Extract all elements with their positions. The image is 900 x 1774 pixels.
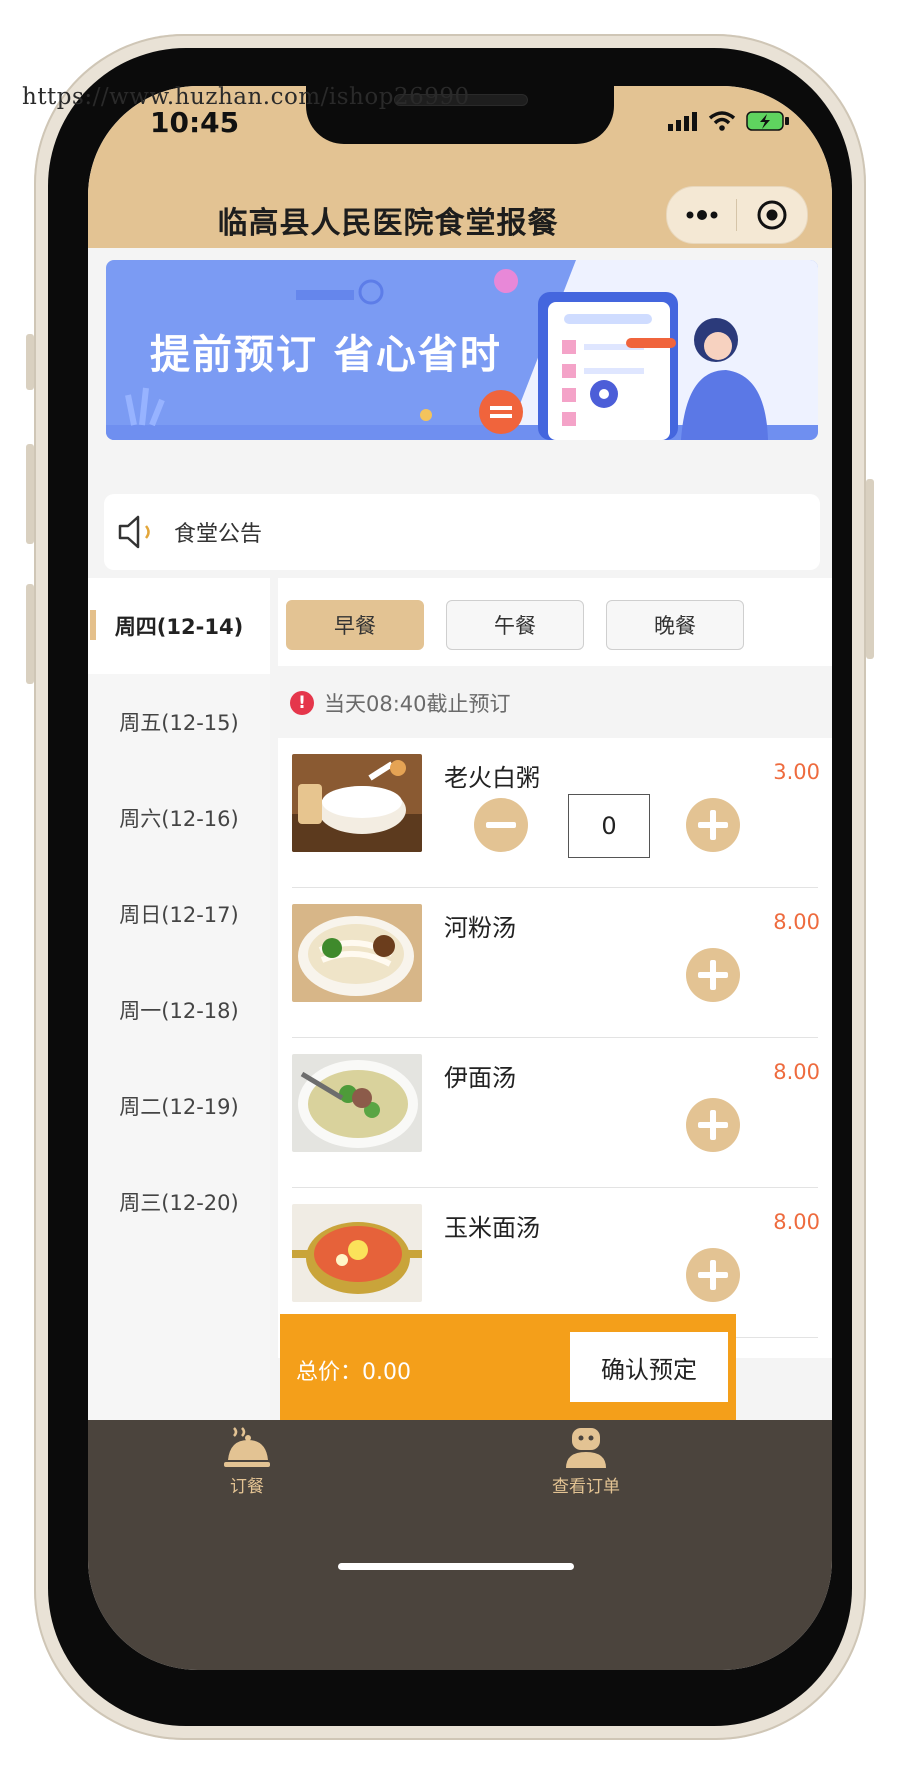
tab-lunch[interactable]: 午餐 — [446, 600, 584, 650]
dish-price: 8.00 — [773, 910, 820, 934]
active-marker — [90, 610, 96, 640]
meal-tabs: 早餐 午餐 晚餐 — [278, 578, 832, 666]
phone-screen: 10:45 临高县人民医院食堂报餐 提前预订 省心省时 食堂公告 周四(12-1… — [88, 86, 832, 1670]
dish-photo-porridge — [292, 754, 422, 852]
dish-price: 3.00 — [773, 760, 820, 784]
date-label: 周四(12-14) — [114, 615, 244, 639]
page-title: 临高县人民医院食堂报餐 — [217, 206, 559, 241]
date-item-thursday[interactable]: 周四(12-14) — [88, 578, 270, 674]
dish-name: 玉米面汤 — [444, 1214, 540, 1242]
tabbar-item-view-orders[interactable]: 查看订单 — [552, 1426, 620, 1497]
date-label: 周六(12-16) — [119, 807, 239, 831]
speaker-icon — [118, 515, 150, 549]
dish-price: 8.00 — [773, 1060, 820, 1084]
date-label: 周一(12-18) — [119, 999, 239, 1023]
phone-bezel: 10:45 临高县人民医院食堂报餐 提前预订 省心省时 食堂公告 周四(12-1… — [48, 48, 852, 1726]
total-price: 总价：0.00 — [296, 1360, 411, 1385]
confirm-order-button[interactable]: 确认预定 — [570, 1332, 728, 1402]
tab-dinner[interactable]: 晚餐 — [606, 600, 744, 650]
increase-button[interactable] — [686, 1098, 740, 1152]
mini-program-capsule[interactable] — [666, 186, 808, 244]
date-item-wednesday[interactable]: 周三(12-20) — [88, 1154, 270, 1250]
home-indicator — [338, 1563, 574, 1570]
notice-bar[interactable]: 食堂公告 — [104, 494, 820, 570]
dish-item: 老火白粥 3.00 0 — [278, 738, 832, 888]
mute-switch — [26, 334, 34, 390]
increase-button[interactable] — [686, 1248, 740, 1302]
volume-down-button — [26, 584, 34, 684]
dish-name: 伊面汤 — [444, 1064, 516, 1092]
dish-photo-corn-noodle-soup — [292, 1204, 422, 1302]
tabbar-label: 订餐 — [230, 1477, 264, 1497]
dish-item: 伊面汤 8.00 — [278, 1038, 832, 1188]
dish-name: 河粉汤 — [444, 914, 516, 942]
tabbar-item-order[interactable]: 订餐 — [222, 1426, 272, 1497]
increase-button[interactable] — [686, 948, 740, 1002]
notice-label: 食堂公告 — [174, 522, 263, 547]
promo-banner[interactable]: 提前预订 省心省时 — [106, 260, 818, 440]
date-item-friday[interactable]: 周五(12-15) — [88, 674, 270, 770]
bottom-tabbar: 订餐 查看订单 — [88, 1420, 832, 1670]
user-icon — [566, 1428, 606, 1468]
date-item-monday[interactable]: 周一(12-18) — [88, 962, 270, 1058]
date-sidebar: 周四(12-14) 周五(12-15) 周六(12-16) 周日(12-17) … — [88, 578, 270, 1548]
date-label: 周五(12-15) — [119, 711, 239, 735]
increase-button[interactable] — [686, 798, 740, 852]
wifi-icon — [708, 111, 736, 131]
status-icons — [668, 110, 790, 132]
date-label: 周二(12-19) — [119, 1095, 239, 1119]
battery-icon — [746, 111, 789, 131]
watermark-url: https://www.huzhan.com/ishop26990 — [22, 84, 470, 110]
more-icon[interactable] — [667, 210, 736, 220]
banner-slogan: 提前预订 省心省时 — [150, 332, 502, 378]
tab-breakfast[interactable]: 早餐 — [286, 600, 424, 650]
date-label: 周三(12-20) — [119, 1191, 239, 1215]
close-program-icon[interactable] — [737, 199, 806, 231]
main-content: 提前预订 省心省时 食堂公告 周四(12-14) 周五(12-15) 周六(12… — [88, 248, 832, 1548]
volume-up-button — [26, 444, 34, 544]
deadline-text: 当天08:40截止预订 — [324, 692, 511, 716]
dish-item: 河粉汤 8.00 — [278, 888, 832, 1038]
date-label: 周日(12-17) — [119, 903, 239, 927]
dish-photo-yi-noodle-soup — [292, 1054, 422, 1152]
date-item-sunday[interactable]: 周日(12-17) — [88, 866, 270, 962]
tabbar-label: 查看订单 — [552, 1477, 620, 1497]
alert-icon: ! — [290, 691, 314, 715]
date-item-tuesday[interactable]: 周二(12-19) — [88, 1058, 270, 1154]
dish-icon — [224, 1427, 270, 1467]
power-button — [866, 479, 874, 659]
status-time: 10:45 — [150, 106, 240, 139]
date-item-saturday[interactable]: 周六(12-16) — [88, 770, 270, 866]
deadline-notice: ! 当天08:40截止预订 — [290, 678, 511, 728]
checkout-bar: 总价：0.00 确认预定 — [280, 1314, 736, 1420]
dish-photo-rice-noodle-soup — [292, 904, 422, 1002]
dish-name: 老火白粥 — [444, 764, 540, 792]
decrease-button[interactable] — [474, 798, 528, 852]
dish-list: 老火白粥 3.00 0 河粉汤 8.00 伊面汤 8.00 玉米面汤 8.00 — [278, 738, 832, 1358]
signal-icon — [668, 112, 697, 131]
phone-frame: 10:45 临高县人民医院食堂报餐 提前预订 省心省时 食堂公告 周四(12-1… — [26, 34, 874, 1740]
quantity-field[interactable]: 0 — [568, 794, 650, 858]
dish-price: 8.00 — [773, 1210, 820, 1234]
